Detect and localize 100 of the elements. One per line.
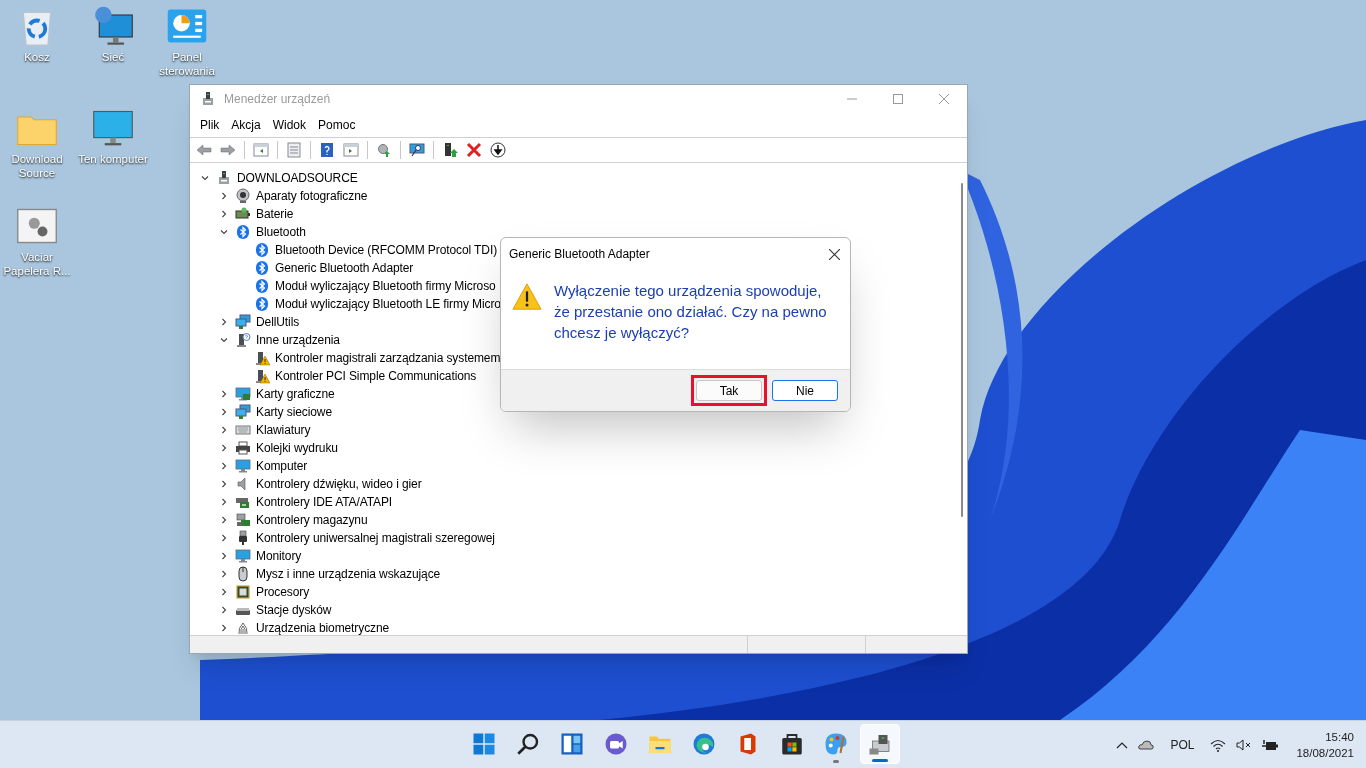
palette-icon	[824, 732, 848, 756]
computer-icon	[200, 91, 216, 107]
tree-item[interactable]: Klawiatury	[256, 421, 311, 439]
tree-item[interactable]: Mysz i inne urządzenia wskazujące	[256, 565, 441, 583]
tree-item[interactable]: DellUtils	[256, 313, 300, 331]
tree-item[interactable]: Urządzenia biometryczne	[256, 619, 390, 635]
tree-item[interactable]: Inne urządzenia	[256, 331, 340, 349]
warning-device-icon	[254, 350, 270, 366]
tree-item[interactable]: Moduł wyliczający Bluetooth LE firmy Micro	[275, 295, 501, 313]
storage-controller-icon	[235, 512, 251, 528]
windows-logo-icon	[472, 732, 496, 756]
clock-date[interactable]: 18/08/2021	[1296, 745, 1354, 761]
expand-chevron-icon[interactable]	[219, 209, 229, 219]
tree-item[interactable]: Kontroler PCI Simple Communications	[275, 367, 477, 385]
speaker-muted-icon[interactable]	[1236, 739, 1253, 751]
expand-chevron-icon[interactable]	[219, 623, 229, 633]
browser-swirl-icon	[692, 732, 716, 756]
expand-chevron-icon[interactable]	[219, 191, 229, 201]
tree-item[interactable]: Bluetooth	[256, 223, 306, 241]
scrollbar-thumb[interactable]	[961, 183, 963, 517]
battery-icon	[235, 206, 251, 222]
tree-item[interactable]: Stacje dysków	[256, 601, 332, 619]
expand-chevron-icon[interactable]	[219, 461, 229, 471]
monitor-icon	[235, 548, 251, 564]
tree-item[interactable]: Bluetooth Device (RFCOMM Protocol TDI)	[275, 241, 498, 259]
tree-item[interactable]: Kontrolery magazynu	[256, 511, 368, 529]
expand-chevron-icon[interactable]	[219, 587, 229, 597]
tree-item[interactable]: Komputer	[256, 457, 308, 475]
menu-item[interactable]: Plik	[194, 116, 226, 134]
dialog-button[interactable]: Tak	[696, 380, 762, 401]
taskbar-app-button[interactable]	[860, 724, 900, 764]
bluetooth-icon	[254, 296, 270, 312]
collapse-chevron-icon[interactable]	[200, 173, 210, 183]
tree-item[interactable]: DOWNLOADSOURCE	[237, 169, 358, 187]
clock-time[interactable]: 15:40	[1325, 729, 1354, 745]
chat-camera-icon	[604, 732, 628, 756]
keyboard-icon	[235, 422, 251, 438]
download-circle-icon	[490, 142, 506, 158]
question-device-icon	[235, 332, 251, 348]
expand-chevron-icon[interactable]	[219, 569, 229, 579]
run-window-icon	[343, 142, 359, 158]
expand-chevron-icon[interactable]	[219, 551, 229, 561]
expand-chevron-icon[interactable]	[219, 605, 229, 615]
tree-item[interactable]: Monitory	[256, 547, 302, 565]
mouse-icon	[235, 566, 251, 582]
toolbar-button[interactable]	[488, 140, 508, 160]
dialog-button[interactable]: Nie	[772, 380, 838, 401]
shopping-bag-icon	[780, 732, 804, 756]
tree-item[interactable]: Kontrolery uniwersalnej magistrali szeregowej	[256, 529, 495, 547]
scan-monitor-icon	[409, 142, 425, 158]
expand-chevron-icon[interactable]	[219, 389, 229, 399]
menu-item[interactable]: Akcja	[225, 116, 267, 134]
expand-chevron-icon[interactable]	[219, 497, 229, 507]
expand-chevron-icon[interactable]	[219, 407, 229, 417]
window-title: Menedżer urządzeń	[224, 91, 332, 108]
expand-chevron-icon[interactable]	[219, 425, 229, 435]
tree-item[interactable]: Kontrolery dźwięku, wideo i gier	[256, 475, 422, 493]
expand-chevron-icon[interactable]	[219, 443, 229, 453]
properties-sheet-icon	[286, 142, 302, 158]
tree-item[interactable]: Procesory	[256, 583, 310, 601]
expand-chevron-icon[interactable]	[219, 479, 229, 489]
expand-chevron-icon[interactable]	[219, 515, 229, 525]
tree-item[interactable]: Aparaty fotograficzne	[256, 187, 368, 205]
tree-item[interactable]: Moduł wyliczający Bluetooth firmy Microso	[275, 277, 496, 295]
tree-item[interactable]: Karty graficzne	[256, 385, 335, 403]
chevron-up-icon[interactable]	[1116, 741, 1129, 749]
search-icon	[516, 732, 540, 756]
help-icon	[319, 142, 335, 158]
menu-item[interactable]: Widok	[266, 116, 313, 134]
back-arrow-icon	[196, 142, 212, 158]
maximize-icon	[893, 94, 903, 104]
tree-item[interactable]: Generic Bluetooth Adapter	[275, 259, 414, 277]
bluetooth-icon	[254, 242, 270, 258]
network-monitors-icon	[235, 404, 251, 420]
menu-item[interactable]: Pomoc	[312, 116, 362, 134]
monitor-icon	[235, 458, 251, 474]
tree-item[interactable]: Kontrolery IDE ATA/ATAPI	[256, 493, 393, 511]
bluetooth-icon	[235, 224, 251, 240]
wifi-icon[interactable]	[1210, 738, 1227, 752]
collapse-chevron-icon[interactable]	[219, 335, 229, 345]
bluetooth-icon	[254, 260, 270, 276]
network-monitors-icon	[235, 314, 251, 330]
cloud-icon[interactable]	[1138, 740, 1155, 750]
panel-window-icon	[253, 142, 269, 158]
tree-item[interactable]: Kolejki wydruku	[256, 439, 338, 457]
warning-device-icon	[254, 368, 270, 384]
device-update-icon	[442, 142, 458, 158]
language-indicator[interactable]: POL	[1170, 736, 1195, 754]
forward-arrow-icon	[220, 142, 236, 158]
warning-icon	[512, 282, 542, 312]
expand-chevron-icon[interactable]	[219, 317, 229, 327]
expand-chevron-icon[interactable]	[219, 533, 229, 543]
tree-item[interactable]: Baterie	[256, 205, 294, 223]
tree-item[interactable]: Kontroler magistrali zarządzania systemem	[275, 349, 501, 367]
chip-icon	[235, 584, 251, 600]
tree-item[interactable]: Karty sieciowe	[256, 403, 332, 421]
printer-computer-icon	[868, 732, 892, 756]
battery-plug-icon[interactable]	[1262, 738, 1279, 752]
collapse-chevron-icon[interactable]	[219, 227, 229, 237]
dialog-title: Generic Bluetooth Adapter	[509, 246, 651, 263]
